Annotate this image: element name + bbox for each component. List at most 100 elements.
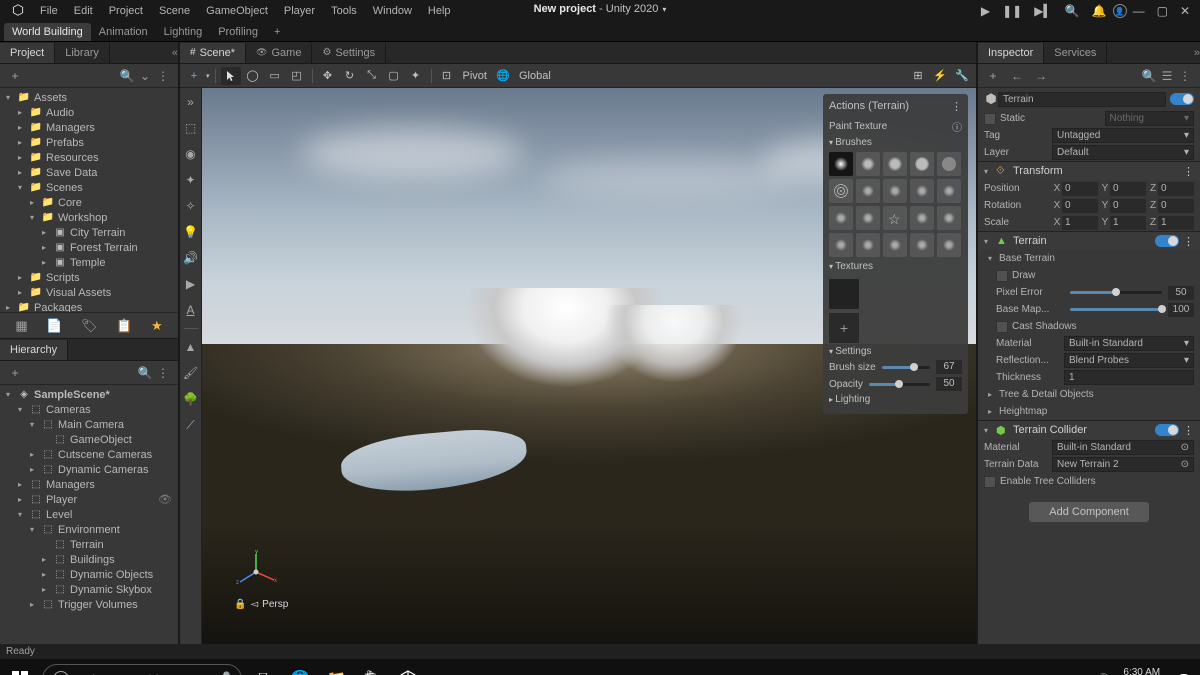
close-icon[interactable]: ✕ <box>1174 4 1196 18</box>
taskview-icon[interactable]: ⧉ <box>250 665 278 675</box>
tree-item[interactable]: ▸📁Scripts <box>0 270 178 285</box>
tree-item[interactable]: ▸⬚Dynamic Objects <box>0 567 178 582</box>
tree-item[interactable]: ▸⬚Trigger Volumes <box>0 597 178 612</box>
global-icon[interactable]: 🌐 <box>493 67 513 85</box>
cube-icon[interactable]: ⬚ <box>183 120 199 136</box>
tree-item[interactable]: ▸▣Forest Terrain <box>0 240 178 255</box>
clipboard-icon[interactable]: 📋 <box>116 318 132 334</box>
text-icon[interactable]: A <box>183 302 199 318</box>
brush-item[interactable] <box>883 179 907 203</box>
menu-player[interactable]: Player <box>276 2 323 20</box>
static-dropdown[interactable]: Nothing▾ <box>1105 111 1195 126</box>
tree-item[interactable]: ▾📁Assets <box>0 90 178 105</box>
tree-icon[interactable]: 🌳 <box>183 391 199 407</box>
layout-tab-animation[interactable]: Animation <box>91 23 156 41</box>
brush-item[interactable] <box>883 233 907 257</box>
scale-tool-icon[interactable]: ⤡ <box>362 67 382 85</box>
pivot-label[interactable]: Pivot <box>459 70 491 82</box>
tree-item[interactable]: ▸📁Managers <box>0 120 178 135</box>
tab-game[interactable]: 👁Game <box>246 43 312 63</box>
transform-header[interactable]: ▾⟐Transform⋮ <box>978 161 1200 180</box>
tree-item[interactable]: ▸📁Visual Assets <box>0 285 178 300</box>
search-icon[interactable]: 🔍 <box>1140 69 1158 83</box>
move-tool-icon[interactable]: ✥ <box>318 67 338 85</box>
brush-item[interactable] <box>937 179 961 203</box>
add-icon[interactable]: + <box>184 67 204 85</box>
collider-toggle[interactable] <box>1155 424 1179 436</box>
forward-icon[interactable]: → <box>1032 69 1050 83</box>
rotate-tool-icon[interactable]: ↻ <box>340 67 360 85</box>
brush-item[interactable] <box>910 152 934 176</box>
brush-item[interactable] <box>937 206 961 230</box>
tree-item[interactable]: ▸📁Resources <box>0 150 178 165</box>
tree-item[interactable]: ▸📁Core <box>0 195 178 210</box>
material-dropdown[interactable]: Built-in Standard▾ <box>1064 336 1194 351</box>
filter-icon[interactable]: ☰ <box>1158 69 1176 83</box>
menu-window[interactable]: Window <box>365 2 420 20</box>
brush-icon[interactable]: 🖌 <box>183 365 199 381</box>
hierarchy-tree[interactable]: ▾◈SampleScene*▾⬚Cameras▾⬚Main Camera⬚Gam… <box>0 385 178 644</box>
more-icon[interactable]: ⋮ <box>951 100 962 113</box>
add-icon[interactable]: + <box>6 366 24 380</box>
tree-item[interactable]: ▸📁Save Data <box>0 165 178 180</box>
tab-settings[interactable]: ⚙Settings <box>312 43 386 63</box>
tree-item[interactable]: ▸📁Prefabs <box>0 135 178 150</box>
notification-icon[interactable]: 🔔 <box>1086 4 1113 18</box>
audio-icon[interactable]: 🔊 <box>183 250 199 266</box>
unity-icon[interactable] <box>394 665 422 675</box>
project-tree[interactable]: ▾📁Assets▸📁Audio▸📁Managers▸📁Prefabs▸📁Reso… <box>0 88 178 312</box>
lasso-tool-icon[interactable]: ◯ <box>243 67 263 85</box>
maximize-icon[interactable]: ▢ <box>1151 4 1174 18</box>
collapse-icon[interactable]: « <box>164 47 178 59</box>
tree-item[interactable]: ⬚GameObject <box>0 432 178 447</box>
tab-inspector[interactable]: Inspector <box>978 43 1044 63</box>
tab-scene[interactable]: ## Scene*Scene* <box>180 43 246 63</box>
rect-tool-icon[interactable]: ▢ <box>384 67 404 85</box>
brush-item[interactable] <box>829 206 853 230</box>
cast-checkbox[interactable] <box>996 321 1008 333</box>
active-toggle[interactable] <box>1170 93 1194 105</box>
snap-icon[interactable]: ⊞ <box>908 67 928 85</box>
light-icon[interactable]: ⚡ <box>930 67 950 85</box>
global-label[interactable]: Global <box>515 70 555 82</box>
tree-item[interactable]: ▸📁Packages <box>0 300 178 312</box>
add-texture-button[interactable]: + <box>829 313 859 343</box>
visibility-icon[interactable]: 👁 <box>158 493 172 506</box>
menu-scene[interactable]: Scene <box>151 2 198 20</box>
thickness-field[interactable]: 1 <box>1064 370 1194 385</box>
tree-item[interactable]: ▾⬚Cameras <box>0 402 178 417</box>
scene-viewport[interactable]: y x z 🔒◅Persp Actions (Terrain)⋮ Paint T… <box>202 88 976 644</box>
grid-view-icon[interactable]: ▦ <box>15 318 27 334</box>
textures-section[interactable]: Textures <box>829 261 962 272</box>
more-icon[interactable]: ⋮ <box>1183 424 1194 437</box>
tree-item[interactable]: ▾📁Scenes <box>0 180 178 195</box>
more-icon[interactable]: ⋮ <box>154 366 172 380</box>
terrain-data-field[interactable]: New Terrain 2⊙ <box>1052 457 1194 472</box>
more-icon[interactable]: ⋮ <box>1183 165 1194 178</box>
globe-icon[interactable]: ◉ <box>183 146 199 162</box>
tree-item[interactable]: ▸▣City Terrain <box>0 225 178 240</box>
menu-help[interactable]: Help <box>420 2 459 20</box>
add-component-button[interactable]: Add Component <box>1029 502 1149 522</box>
add-icon[interactable]: + <box>6 69 24 83</box>
more-icon[interactable]: ⋮ <box>154 69 172 83</box>
brush-item[interactable] <box>937 233 961 257</box>
store-icon[interactable]: 🛍 <box>358 665 386 675</box>
collider-material-field[interactable]: Built-in Standard⊙ <box>1052 440 1194 455</box>
settings-icon[interactable]: 🔧 <box>952 67 972 85</box>
tag-dropdown[interactable]: Untagged▾ <box>1052 128 1194 143</box>
brush-item[interactable] <box>829 233 853 257</box>
tree-item[interactable]: ▸⬚Dynamic Skybox <box>0 582 178 597</box>
tree-item[interactable]: ▾⬚Main Camera <box>0 417 178 432</box>
texture-slot[interactable] <box>829 279 859 309</box>
opacity-slider[interactable] <box>869 383 930 386</box>
minimize-icon[interactable]: — <box>1127 4 1151 18</box>
edge-icon[interactable]: 🌐 <box>286 665 314 675</box>
search-icon[interactable]: 🔍 <box>1059 4 1086 18</box>
picker-icon[interactable]: ◰ <box>287 67 307 85</box>
filter-icon[interactable]: ⌄ <box>136 69 154 83</box>
step-icon[interactable]: ▶▍ <box>1028 4 1058 18</box>
brush-item[interactable] <box>829 152 853 176</box>
lighting-section[interactable]: Lighting <box>829 394 962 405</box>
brush-item[interactable] <box>829 179 853 203</box>
